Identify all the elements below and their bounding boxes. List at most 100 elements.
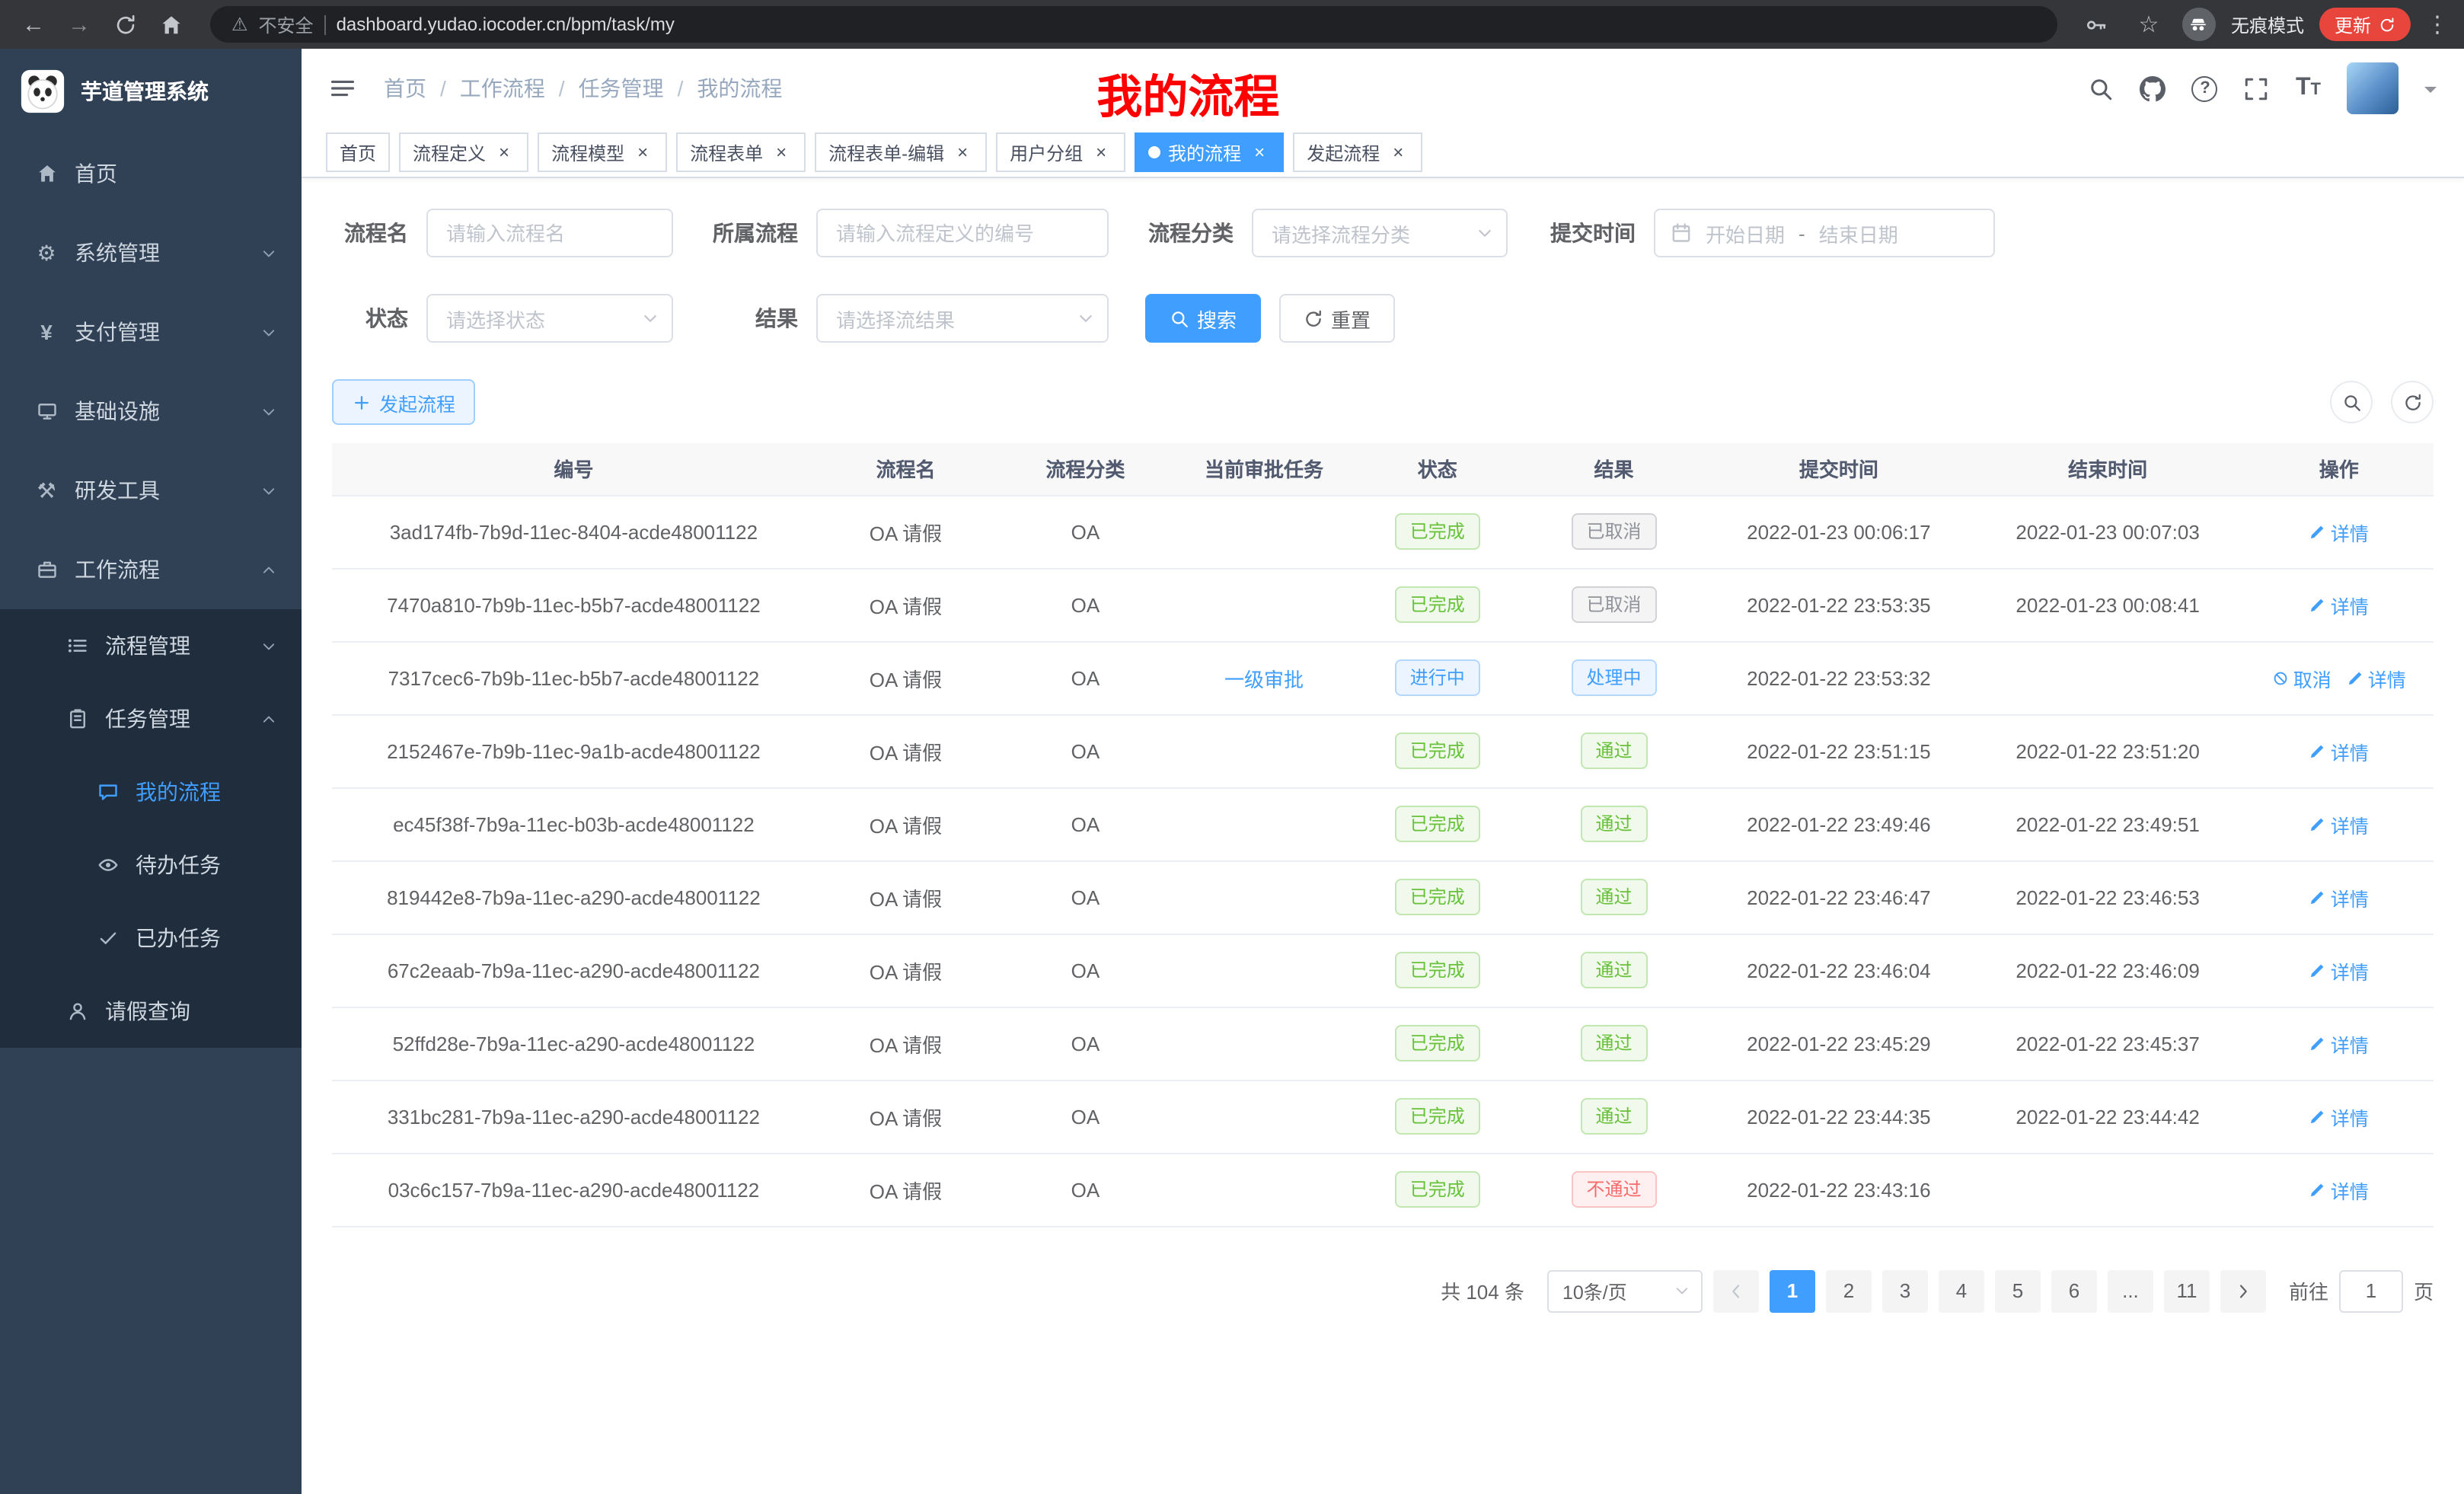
font-size-icon[interactable]: TT <box>2296 75 2321 102</box>
page-button-3[interactable]: 3 <box>1882 1269 1928 1312</box>
cell-submit-time: 2022-01-22 23:46:04 <box>1706 934 1971 1007</box>
address-bar[interactable]: ⚠ 不安全 dashboard.yudao.iocoder.cn/bpm/tas… <box>210 6 2057 43</box>
start-process-button[interactable]: 发起流程 <box>332 379 475 425</box>
cell-result: 通过 <box>1521 934 1706 1007</box>
close-tab-icon[interactable] <box>1090 142 1112 163</box>
fullscreen-icon[interactable] <box>2244 75 2270 101</box>
tab-process-model[interactable]: 流程模型 <box>538 132 667 172</box>
cell-result: 已取消 <box>1521 495 1706 568</box>
category-select[interactable]: 请选择流程分类 <box>1252 209 1508 257</box>
cell-category: OA <box>996 860 1175 934</box>
sidebar-item-done-tasks[interactable]: 已办任务 <box>0 902 302 975</box>
process-definition-input[interactable] <box>816 209 1109 257</box>
sidebar-item-task-management[interactable]: 任务管理 <box>0 682 302 755</box>
password-key-icon[interactable] <box>2079 6 2115 43</box>
sidebar-item-workflow[interactable]: 工作流程 <box>0 530 302 609</box>
tab-home[interactable]: 首页 <box>326 132 390 172</box>
user-avatar[interactable] <box>2347 62 2399 114</box>
sidebar-item-infra[interactable]: 基础设施 <box>0 372 302 451</box>
prev-page-button[interactable] <box>1713 1269 1759 1312</box>
detail-link[interactable]: 详情 <box>2309 517 2369 546</box>
tab-process-form[interactable]: 流程表单 <box>676 132 806 172</box>
tab-user-group[interactable]: 用户分组 <box>996 132 1125 172</box>
tab-start-process[interactable]: 发起流程 <box>1293 132 1422 172</box>
update-button[interactable]: 更新 <box>2319 8 2411 41</box>
hamburger-icon[interactable] <box>329 75 356 102</box>
result-select[interactable]: 请选择流结果 <box>816 294 1109 343</box>
breadcrumb-item[interactable]: 任务管理 <box>579 73 697 104</box>
button-label: 发起流程 <box>379 388 455 417</box>
search-icon[interactable] <box>2089 75 2115 101</box>
sidebar-item-my-process[interactable]: 我的流程 <box>0 755 302 828</box>
app-logo[interactable]: 芋道管理系统 <box>0 49 302 134</box>
tab-process-form-edit[interactable]: 流程表单-编辑 <box>815 132 987 172</box>
sidebar-item-payment[interactable]: ¥ 支付管理 <box>0 292 302 372</box>
browser-menu-icon[interactable]: ⋮ <box>2426 11 2449 38</box>
avatar-caret-icon[interactable] <box>2424 86 2437 98</box>
close-tab-icon[interactable] <box>632 142 653 163</box>
browser-reload-icon[interactable] <box>107 6 143 43</box>
detail-link[interactable]: 详情 <box>2347 663 2406 692</box>
status-select[interactable]: 请选择状态 <box>426 294 673 343</box>
detail-link[interactable]: 详情 <box>2309 590 2369 619</box>
cell-actions: 详情 <box>2245 860 2434 934</box>
top-navbar: 首页 工作流程 任务管理 我的流程 我的流程 ? TT <box>302 49 2464 128</box>
tab-my-process[interactable]: 我的流程 <box>1135 132 1284 172</box>
tab-process-definition[interactable]: 流程定义 <box>399 132 528 172</box>
edit-icon <box>2309 742 2326 759</box>
detail-link[interactable]: 详情 <box>2309 809 2369 838</box>
help-icon[interactable]: ? <box>2192 75 2218 101</box>
page-button-4[interactable]: 4 <box>1939 1269 1984 1312</box>
page-button-2[interactable]: 2 <box>1826 1269 1872 1312</box>
detail-link[interactable]: 详情 <box>2309 956 2369 985</box>
detail-link[interactable]: 详情 <box>2309 1029 2369 1058</box>
status-badge: 已完成 <box>1395 1171 1480 1208</box>
close-tab-icon[interactable] <box>952 142 973 163</box>
page-ellipsis[interactable]: ... <box>2108 1269 2153 1312</box>
browser-back-icon[interactable]: ← <box>15 6 52 43</box>
cell-end-time: 2022-01-22 23:44:42 <box>1971 1080 2245 1153</box>
bookmark-star-icon[interactable]: ☆ <box>2130 6 2167 43</box>
close-tab-icon[interactable] <box>493 142 515 163</box>
sidebar-item-process-management[interactable]: 流程管理 <box>0 609 302 682</box>
goto-page-input[interactable] <box>2339 1269 2403 1312</box>
sidebar-item-leave-query[interactable]: 请假查询 <box>0 975 302 1048</box>
reset-button[interactable]: 重置 <box>1279 294 1395 343</box>
refresh-table-icon[interactable] <box>2391 381 2434 423</box>
page-button-1[interactable]: 1 <box>1770 1269 1815 1312</box>
edit-icon <box>2309 1181 2326 1198</box>
close-tab-icon[interactable] <box>1249 142 1270 163</box>
process-name-input[interactable] <box>426 209 673 257</box>
breadcrumb-item[interactable]: 首页 <box>384 73 460 104</box>
detail-link[interactable]: 详情 <box>2309 1175 2369 1204</box>
browser-home-icon[interactable] <box>152 6 189 43</box>
breadcrumb-item[interactable]: 工作流程 <box>460 73 579 104</box>
detail-link[interactable]: 详情 <box>2309 736 2369 765</box>
page-button-5[interactable]: 5 <box>1995 1269 2041 1312</box>
col-name: 流程名 <box>815 443 996 495</box>
sidebar-item-system[interactable]: ⚙ 系统管理 <box>0 213 302 292</box>
next-page-button[interactable] <box>2220 1269 2266 1312</box>
show-search-icon[interactable] <box>2330 381 2373 423</box>
sidebar-item-devtools[interactable]: ⚒ 研发工具 <box>0 451 302 530</box>
cell-id: 7317cec6-7b9b-11ec-b5b7-acde48001122 <box>332 641 815 714</box>
col-current-task: 当前审批任务 <box>1175 443 1354 495</box>
close-tab-icon[interactable] <box>1387 142 1409 163</box>
cancel-link[interactable]: 取消 <box>2272 663 2332 692</box>
close-tab-icon[interactable] <box>771 142 792 163</box>
detail-link[interactable]: 详情 <box>2309 1102 2369 1131</box>
page-size-select[interactable]: 10条/页 <box>1547 1269 1703 1312</box>
date-range-picker[interactable]: 开始日期 - 结束日期 <box>1654 209 1995 257</box>
detail-link[interactable]: 详情 <box>2309 883 2369 911</box>
page-button-6[interactable]: 6 <box>2051 1269 2097 1312</box>
github-icon[interactable] <box>2140 75 2166 101</box>
sidebar-item-todo-tasks[interactable]: 待办任务 <box>0 828 302 902</box>
search-button[interactable]: 搜索 <box>1145 294 1261 343</box>
page-button-11[interactable]: 11 <box>2164 1269 2210 1312</box>
cell-name: OA 请假 <box>815 1080 996 1153</box>
browser-forward-icon[interactable]: → <box>61 6 97 43</box>
start-date-placeholder: 开始日期 <box>1706 219 1785 247</box>
result-badge: 已取消 <box>1572 513 1657 550</box>
current-task-link[interactable]: 一级审批 <box>1224 668 1304 691</box>
sidebar-item-home[interactable]: 首页 <box>0 134 302 213</box>
